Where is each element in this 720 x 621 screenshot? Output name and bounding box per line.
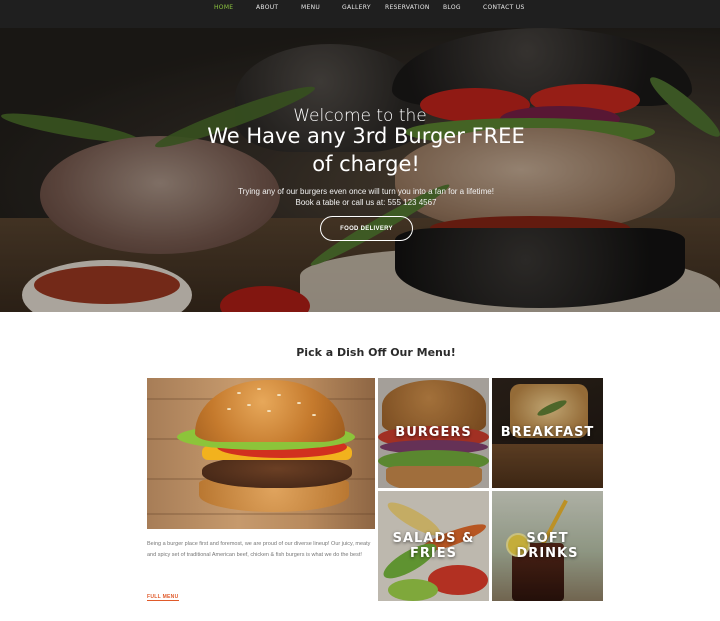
tile-label: BREAKFAST [500,425,595,440]
nav-reservation[interactable]: RESERVATION [385,4,430,11]
nav-gallery[interactable]: GALLERY [342,4,371,11]
tile-label: BURGERS [395,425,472,440]
hero-title: We Have any 3rd Burger FREE [207,124,525,148]
hero-banner: Welcome to the We Have any 3rd Burger FR… [0,28,720,312]
hero-description: Trying any of our burgers even once will… [238,187,494,196]
featured-description: Being a burger place first and foremost,… [147,541,371,558]
nav-about[interactable]: ABOUT [256,4,278,11]
nav-menu[interactable]: MENU [301,4,320,11]
nav-contact-us[interactable]: CONTACT US [483,4,525,11]
nav-blog[interactable]: BLOG [443,4,461,11]
menu-section-title: Pick a Dish Off Our Menu! [296,346,456,359]
full-menu-link[interactable]: FULL MENU [147,594,179,601]
tile-label: SOFT DRINKS [492,531,603,561]
hero-title-line2: of charge! [312,152,420,176]
tile-label-line: FRIES [410,546,457,561]
top-navigation: HOME ABOUT MENU GALLERY RESERVATION BLOG… [0,0,720,28]
tile-label-line: SOFT [526,531,569,546]
tile-breakfast[interactable]: BREAKFAST [492,378,603,488]
food-delivery-button[interactable]: FOOD DELIVERY [320,216,413,241]
tile-label: SALADS & FRIES [378,531,489,561]
tile-salads-fries[interactable]: SALADS & FRIES [378,491,489,601]
nav-home[interactable]: HOME [214,4,233,11]
hero-subtitle: Welcome to the [293,106,427,126]
tile-burgers[interactable]: BURGERS [378,378,489,488]
tile-soft-drinks[interactable]: SOFT DRINKS [492,491,603,601]
tile-label-line: DRINKS [516,546,579,561]
featured-burger-image [147,378,375,529]
hero-phone: Book a table or call us at: 555 123 4567 [295,198,437,207]
tile-label-line: SALADS & [392,531,475,546]
